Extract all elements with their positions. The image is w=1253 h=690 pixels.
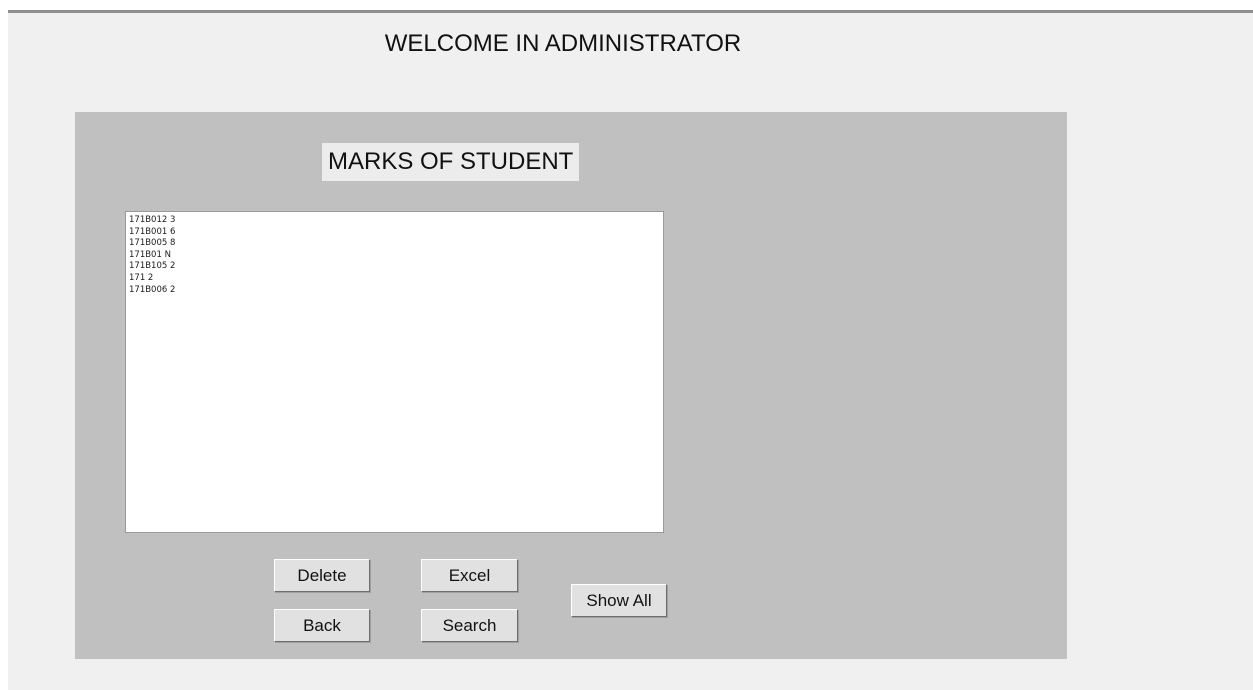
list-item[interactable]: 171B012 3: [129, 215, 660, 227]
marks-title: MARKS OF STUDENT: [322, 143, 580, 181]
list-item[interactable]: 171 2: [129, 273, 660, 285]
search-button[interactable]: Search: [421, 609, 518, 642]
marks-listbox[interactable]: 171B012 3 171B001 6 171B005 8 171B01 N 1…: [125, 211, 664, 533]
list-item[interactable]: 171B001 6: [129, 227, 660, 239]
list-item[interactable]: 171B006 2: [129, 285, 660, 297]
list-item[interactable]: 171B005 8: [129, 238, 660, 250]
back-button[interactable]: Back: [274, 609, 370, 642]
marks-panel: MARKS OF STUDENT 171B012 3 171B001 6 171…: [75, 112, 1067, 659]
list-item[interactable]: 171B105 2: [129, 261, 660, 273]
excel-button[interactable]: Excel: [421, 559, 518, 592]
list-item[interactable]: 171B01 N: [129, 250, 660, 262]
show-all-button[interactable]: Show All: [571, 584, 667, 617]
app-window: WELCOME IN ADMINISTRATOR MARKS OF STUDEN…: [8, 10, 1253, 690]
welcome-heading: WELCOME IN ADMINISTRATOR: [384, 30, 742, 57]
delete-button[interactable]: Delete: [274, 559, 370, 592]
